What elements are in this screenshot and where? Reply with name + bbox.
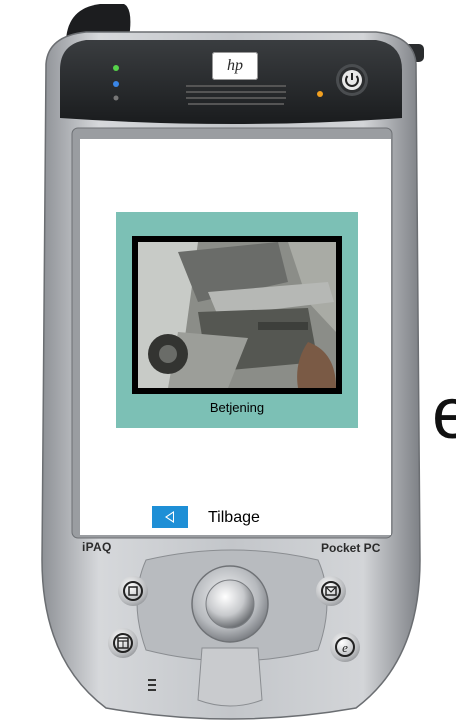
contacts-button[interactable] bbox=[118, 576, 148, 606]
left-arrow-icon-inner bbox=[167, 513, 173, 521]
contacts-icon bbox=[123, 581, 143, 601]
machine-photo bbox=[138, 242, 336, 388]
internet-button[interactable]: e bbox=[330, 632, 360, 662]
device-screen: Betjening Tilbage bbox=[80, 139, 391, 535]
svg-text:e: e bbox=[342, 640, 348, 655]
back-label[interactable]: Tilbage bbox=[208, 509, 260, 527]
power-button[interactable] bbox=[336, 64, 368, 96]
background-glyph: e bbox=[432, 374, 456, 454]
calendar-icon bbox=[113, 633, 133, 653]
back-button[interactable] bbox=[152, 506, 188, 528]
pocket-pc-brand: Pocket PC bbox=[321, 541, 381, 555]
video-frame bbox=[132, 236, 342, 394]
power-icon bbox=[342, 70, 362, 90]
internet-explorer-icon: e bbox=[335, 637, 355, 657]
mail-button[interactable] bbox=[316, 576, 346, 606]
calendar-button[interactable] bbox=[108, 628, 138, 658]
video-caption: Betjening bbox=[209, 400, 265, 415]
canvas: e hp Betjening Tilbage iPAQ Pocket PC e bbox=[0, 0, 456, 720]
hp-logo: hp bbox=[212, 52, 258, 80]
video-thumbnail[interactable] bbox=[138, 242, 336, 388]
ipaq-brand: iPAQ bbox=[82, 540, 112, 554]
video-panel: Betjening bbox=[116, 212, 358, 428]
mail-icon bbox=[321, 581, 341, 601]
navigation-pad[interactable] bbox=[206, 580, 254, 628]
